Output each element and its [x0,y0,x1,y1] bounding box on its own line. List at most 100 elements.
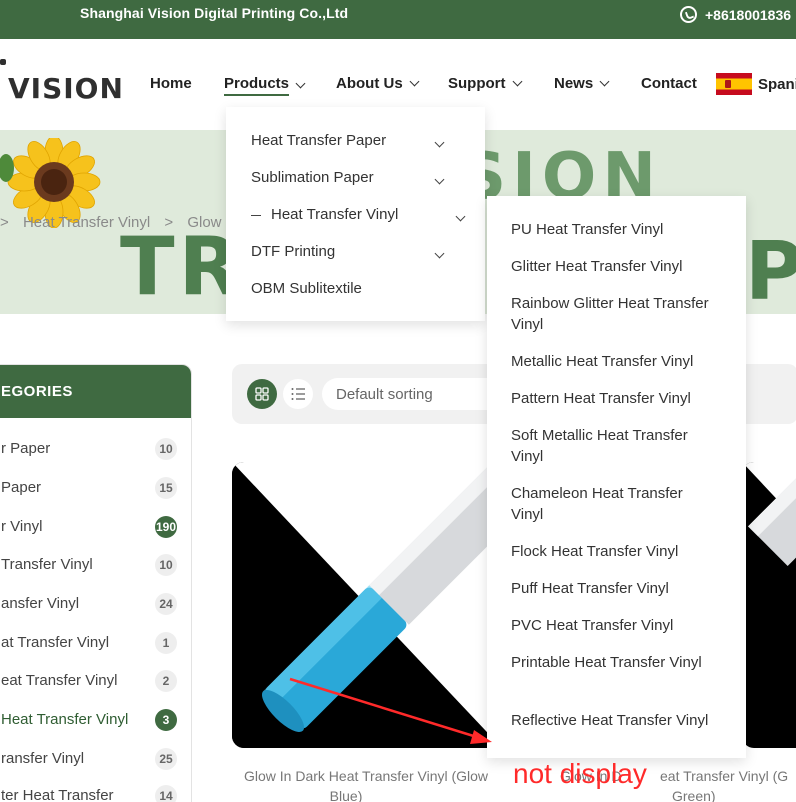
chevron-down-icon [409,76,420,87]
submenu-item[interactable]: Metallic Heat Transfer Vinyl [511,351,711,372]
menu-item-label: OBM Sublitextile [251,280,362,297]
phone-number: +8618001836 [705,6,792,23]
menu-item-heat-transfer-paper[interactable]: Heat Transfer Paper [251,132,386,149]
category-label: r Vinyl [1,518,43,535]
submenu-item[interactable]: Flock Heat Transfer Vinyl [511,541,711,562]
category-label: at Transfer Vinyl [1,634,110,651]
category-item[interactable]: ter Heat Transfer 14 [1,785,191,802]
product-title-text: Blue) [329,788,363,802]
nav-home[interactable]: Home [150,75,192,92]
grid-view-button[interactable] [247,379,277,409]
submenu-item[interactable]: Soft Metallic Heat Transfer Vinyl [511,425,711,467]
nav-support[interactable]: Support [448,75,522,92]
chevron-down-icon[interactable] [434,137,445,148]
sorting-select[interactable] [322,378,502,410]
nav-news-label: News [554,75,594,92]
breadcrumb-link[interactable]: Heat Transfer Vinyl [23,214,150,231]
product-title-line: eat Transfer Vinyl (G [660,768,789,784]
category-item[interactable]: at Transfer Vinyl 1 [1,632,191,654]
categories-panel: EGORIES r Paper 10 Paper 15 r Vinyl 190 … [0,364,192,802]
product-image-glow-green[interactable] [742,462,796,748]
product-title-glow-blue[interactable]: Glow In Dark Heat Transfer Vinyl (Glow B… [244,766,488,802]
language-label: Spani [758,75,796,93]
category-label: ansfer Vinyl [1,595,80,612]
spain-flag-icon [716,73,752,95]
grid-view-icon [255,387,269,401]
menu-item-sublimation-paper[interactable]: Sublimation Paper [251,169,374,186]
count-badge: 10 [155,554,177,576]
menu-item-label: Sublimation Paper [251,169,374,186]
submenu-item[interactable]: PU Heat Transfer Vinyl [511,219,711,240]
breadcrumb-separator: > [0,214,9,231]
submenu-item[interactable]: Printable Heat Transfer Vinyl [511,652,711,673]
list-view-button[interactable] [283,379,313,409]
menu-item-dtf-printing[interactable]: DTF Printing [251,243,335,260]
count-badge: 3 [155,709,177,731]
category-label: r Paper [1,440,51,457]
phone-link[interactable]: +8618001836 [680,6,791,23]
category-item-active[interactable]: Heat Transfer Vinyl 3 [1,709,191,731]
count-badge: 190 [155,516,177,538]
category-item[interactable]: Paper 15 [1,477,191,499]
nav-contact[interactable]: Contact [641,75,697,92]
count-badge: 1 [155,632,177,654]
breadcrumb-separator: > [164,214,174,231]
submenu-item[interactable]: PVC Heat Transfer Vinyl [511,615,711,636]
chevron-down-icon [512,76,522,87]
category-item[interactable]: ansfer Vinyl 24 [1,593,191,615]
submenu-item[interactable]: Pattern Heat Transfer Vinyl [511,388,711,409]
chevron-down-icon[interactable] [434,248,445,259]
category-item[interactable]: r Paper 10 [1,438,191,460]
top-bar: Shanghai Vision Digital Printing Co.,Ltd… [0,0,796,39]
categories-title: EGORIES [1,383,73,400]
category-item[interactable]: r Vinyl 190 [1,516,191,538]
nav-about-label: About Us [336,75,403,92]
nav-news[interactable]: News [554,75,610,92]
submenu-item[interactable]: Rainbow Glitter Heat Transfer Vinyl [511,293,711,335]
count-badge: 14 [155,785,177,802]
count-badge: 15 [155,477,177,499]
count-badge: 24 [155,593,177,615]
category-item[interactable]: eat Transfer Vinyl 2 [1,670,191,692]
count-badge: 25 [155,748,177,770]
nav-support-label: Support [448,75,506,92]
banner-text-right: P [745,225,796,314]
vinyl-submenu: PU Heat Transfer Vinyl Glitter Heat Tran… [487,196,746,758]
chevron-down-icon [295,78,306,89]
language-switcher[interactable]: Spani [716,73,796,95]
logo-mark [0,59,6,65]
menu-item-obm-sublitextile[interactable]: OBM Sublitextile [251,280,362,297]
menu-item-label: Heat Transfer Vinyl [271,206,399,223]
product-title-glow-green[interactable]: eat Transfer Vinyl (G Green) [660,766,788,802]
company-name: Shanghai Vision Digital Printing Co.,Ltd [80,5,349,21]
product-image-glow-blue[interactable] [232,462,502,748]
count-badge: 10 [155,438,177,460]
category-label: eat Transfer Vinyl [1,672,118,689]
menu-item-heat-transfer-vinyl[interactable]: Heat Transfer Vinyl [251,206,398,223]
category-item[interactable]: ransfer Vinyl 25 [1,748,191,770]
submenu-item[interactable]: Chameleon Heat Transfer Vinyl [511,483,711,525]
submenu-item[interactable]: Reflective Heat Transfer Vinyl [511,710,711,731]
submenu-item[interactable]: Puff Heat Transfer Vinyl [511,578,711,599]
chevron-down-icon[interactable] [455,211,466,222]
chevron-down-icon [599,76,610,87]
count-badge: 2 [155,670,177,692]
nav-about-us[interactable]: About Us [336,75,420,92]
category-label: Transfer Vinyl [1,556,93,573]
dash-icon [251,214,261,216]
menu-item-label: DTF Printing [251,243,336,260]
breadcrumb: > Heat Transfer Vinyl > Glow In [0,214,248,231]
category-label: Heat Transfer Vinyl [1,711,129,728]
site-logo[interactable]: VISION [8,72,124,105]
nav-products[interactable]: Products [224,75,306,96]
products-dropdown: Heat Transfer Paper Sublimation Paper He… [226,107,485,321]
whatsapp-icon [680,6,697,23]
vinyl-roll-image [742,462,796,566]
list-view-icon [291,388,305,400]
submenu-item[interactable]: Glitter Heat Transfer Vinyl [511,256,711,277]
nav-contact-label: Contact [641,75,697,92]
annotation-text: not display [513,758,647,789]
chevron-down-icon[interactable] [434,174,445,185]
category-label: ter Heat Transfer [1,787,114,802]
category-item[interactable]: Transfer Vinyl 10 [1,554,191,576]
